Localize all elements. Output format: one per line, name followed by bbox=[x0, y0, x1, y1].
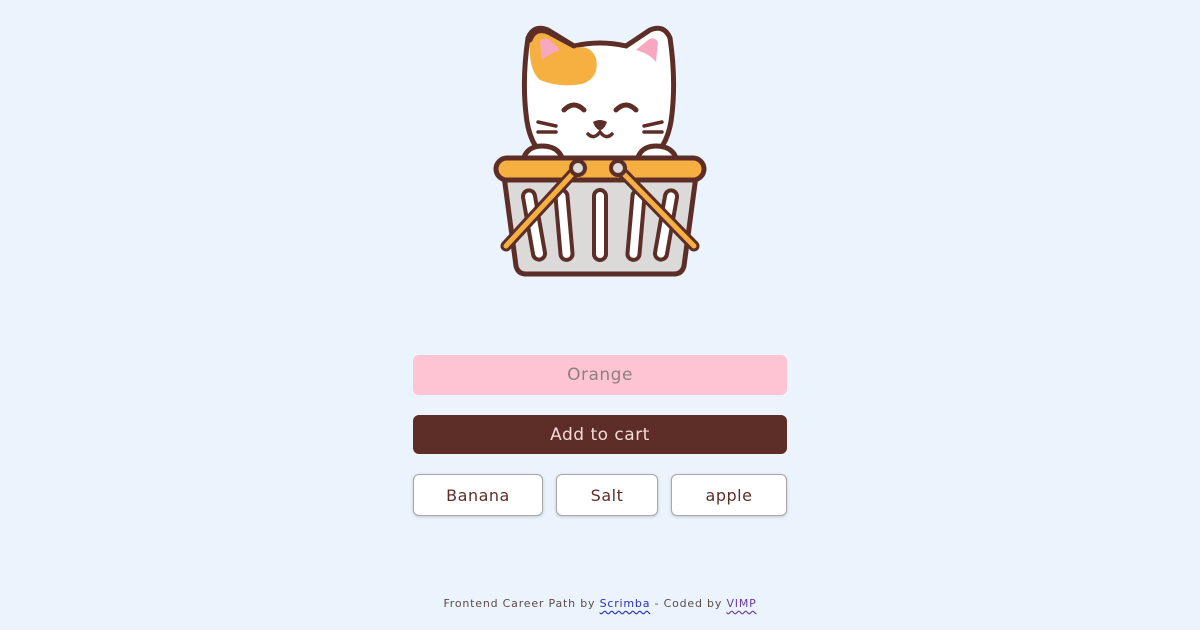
footer-text: Frontend Career Path by bbox=[443, 597, 600, 610]
item-input[interactable] bbox=[413, 355, 787, 395]
page: Add to cart Banana Salt apple Frontend C… bbox=[0, 0, 1200, 630]
shopping-list: Banana Salt apple bbox=[413, 474, 787, 516]
cat-in-basket-icon bbox=[493, 25, 707, 277]
list-item[interactable]: Banana bbox=[413, 474, 543, 516]
vimp-link[interactable]: VIMP bbox=[726, 597, 756, 610]
footer: Frontend Career Path by Scrimba - Coded … bbox=[0, 597, 1200, 610]
add-to-cart-button[interactable]: Add to cart bbox=[413, 415, 787, 454]
list-item[interactable]: apple bbox=[671, 474, 787, 516]
list-item[interactable]: Salt bbox=[556, 474, 658, 516]
scrimba-link[interactable]: Scrimba bbox=[600, 597, 651, 610]
footer-text: - Coded by bbox=[650, 597, 727, 610]
